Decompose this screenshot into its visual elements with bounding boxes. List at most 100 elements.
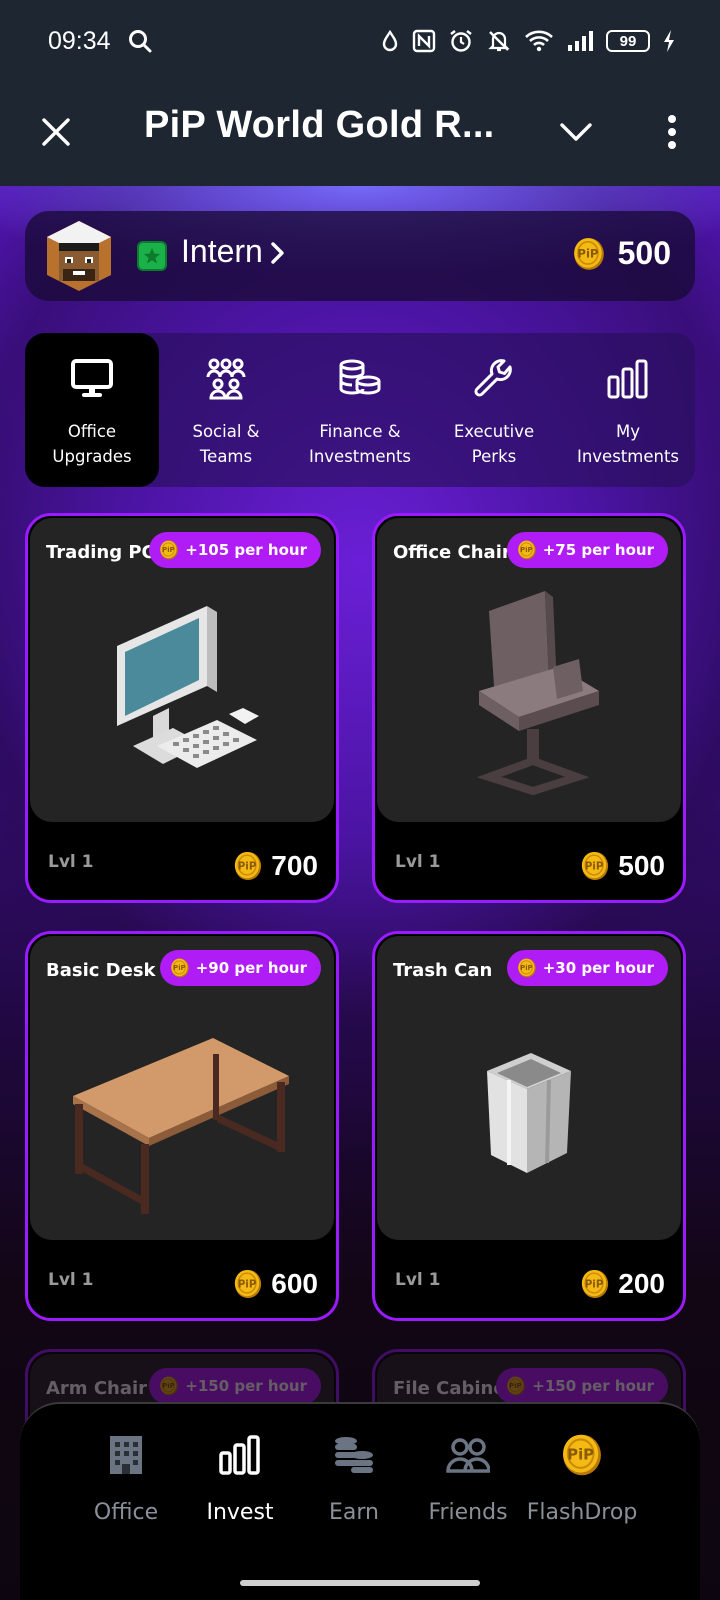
income-rate: +150 per hour <box>532 1377 654 1395</box>
profile-bar[interactable]: Intern 500 <box>25 211 695 301</box>
bottom-navigation: Office Invest Earn Friends FlashDrop <box>20 1402 700 1600</box>
people-group-icon <box>206 357 246 401</box>
income-rate: +105 per hour <box>185 541 307 559</box>
gold-coin-icon <box>160 1376 179 1396</box>
nav-flashdrop[interactable]: FlashDrop <box>524 1432 640 1525</box>
card-title: Basic Desk <box>46 960 156 981</box>
income-rate: +75 per hour <box>542 541 654 559</box>
tab-label: Office Upgrades <box>52 422 132 466</box>
card-price: 500 <box>618 850 665 881</box>
upgrade-card-trading-pc[interactable]: Trading PC +105 per hour Lvl 1 700 <box>25 513 339 903</box>
gold-coin-icon <box>234 851 263 881</box>
nav-office[interactable]: Office <box>68 1432 184 1525</box>
buy-price-button[interactable]: 600 <box>233 1268 318 1300</box>
income-rate-badge: +150 per hour <box>496 1368 668 1404</box>
buy-price-button[interactable]: 200 <box>580 1268 665 1300</box>
coin-balance: 500 <box>572 235 671 272</box>
nav-earn[interactable]: Earn <box>296 1432 412 1525</box>
gold-coin-icon <box>560 1432 604 1478</box>
nav-label: FlashDrop <box>526 1500 638 1525</box>
wifi-icon <box>524 29 554 53</box>
tab-label: Finance & Investments <box>308 422 412 466</box>
gold-coin-icon <box>572 236 605 271</box>
more-options-button[interactable] <box>654 106 690 158</box>
alarm-icon <box>448 28 474 54</box>
coins-stack-icon <box>338 357 382 401</box>
nav-label: Invest <box>206 1500 274 1525</box>
income-rate-badge: +75 per hour <box>506 532 668 568</box>
tab-label: My Investments <box>576 422 680 466</box>
income-rate-badge: +90 per hour <box>159 950 321 986</box>
tab-my-investments[interactable]: My Investments <box>561 333 695 487</box>
search-icon <box>127 28 153 54</box>
card-price: 600 <box>271 1268 318 1299</box>
card-price: 200 <box>618 1268 665 1299</box>
card-price: 700 <box>271 850 318 881</box>
tab-finance-investments[interactable]: Finance & Investments <box>293 333 427 487</box>
tab-label: Social & Teams <box>192 422 260 466</box>
more-vertical-icon <box>668 115 676 149</box>
close-button[interactable] <box>36 108 76 156</box>
gold-coin-icon <box>517 958 536 978</box>
avatar[interactable] <box>45 219 113 293</box>
rank-label[interactable]: Intern <box>181 233 263 270</box>
trash-can-image <box>375 994 683 1234</box>
buy-price-button[interactable]: 500 <box>580 850 665 882</box>
building-icon <box>106 1432 146 1478</box>
gold-coin-icon <box>581 1269 610 1299</box>
nav-friends[interactable]: Friends <box>410 1432 526 1525</box>
chevron-down-icon <box>560 123 592 141</box>
app-title: PiP World Gold R... <box>144 104 495 146</box>
nav-label: Earn <box>329 1500 379 1525</box>
tab-executive-perks[interactable]: Executive Perks <box>427 333 561 487</box>
nfc-icon <box>412 29 436 53</box>
card-level: Lvl 1 <box>48 1270 94 1290</box>
card-title: Trading PC <box>46 542 155 563</box>
gold-coin-icon <box>170 958 189 978</box>
nav-label: Friends <box>428 1500 508 1525</box>
app-bar: PiP World Gold R... <box>0 82 720 186</box>
mute-icon <box>486 28 512 54</box>
office-chair-image <box>375 576 683 816</box>
charging-icon <box>662 29 676 53</box>
card-title: Trash Can <box>393 960 493 981</box>
chevron-right-icon <box>269 241 285 269</box>
card-level: Lvl 1 <box>48 852 94 872</box>
rank-star-icon <box>137 241 167 271</box>
coins-stack-icon <box>332 1432 376 1478</box>
status-time: 09:34 <box>48 26 111 55</box>
upgrade-card-office-chair[interactable]: Office Chair +75 per hour Lvl 1 500 <box>372 513 686 903</box>
category-tabs: Office Upgrades Social & Teams Finance &… <box>25 333 695 487</box>
nav-invest[interactable]: Invest <box>182 1432 298 1525</box>
upgrade-card-trash-can[interactable]: Trash Can +30 per hour Lvl 1 200 <box>372 931 686 1321</box>
gold-coin-icon <box>160 540 179 560</box>
expand-button[interactable] <box>556 112 596 152</box>
gold-coin-icon <box>517 540 536 560</box>
status-bar: 09:34 99 <box>0 0 720 82</box>
close-icon <box>42 118 70 146</box>
battery-icon: 99 <box>606 30 650 52</box>
gold-coin-icon <box>581 851 610 881</box>
income-rate-badge: +30 per hour <box>506 950 668 986</box>
monitor-icon <box>71 357 113 401</box>
upgrade-card-basic-desk[interactable]: Basic Desk +90 per hour Lvl 1 600 <box>25 931 339 1321</box>
income-rate: +90 per hour <box>195 959 307 977</box>
buy-price-button[interactable]: 700 <box>233 850 318 882</box>
wrench-icon <box>474 357 514 401</box>
income-rate: +30 per hour <box>542 959 654 977</box>
income-rate-badge: +150 per hour <box>149 1368 321 1404</box>
balance-amount: 500 <box>617 235 671 271</box>
tab-social-teams[interactable]: Social & Teams <box>159 333 293 487</box>
signal-icon <box>566 29 594 53</box>
gold-coin-icon <box>234 1269 263 1299</box>
bar-chart-icon <box>607 357 649 401</box>
income-rate-badge: +105 per hour <box>149 532 321 568</box>
tab-label: Executive Perks <box>453 422 535 466</box>
data-saver-icon <box>380 29 400 53</box>
desk-image <box>28 994 336 1234</box>
computer-image <box>28 576 336 816</box>
gesture-bar[interactable] <box>240 1580 480 1586</box>
main-content: Intern 500 Office Upgrades Social & Team… <box>0 186 720 1600</box>
nav-label: Office <box>93 1500 159 1525</box>
tab-office-upgrades[interactable]: Office Upgrades <box>25 333 159 487</box>
